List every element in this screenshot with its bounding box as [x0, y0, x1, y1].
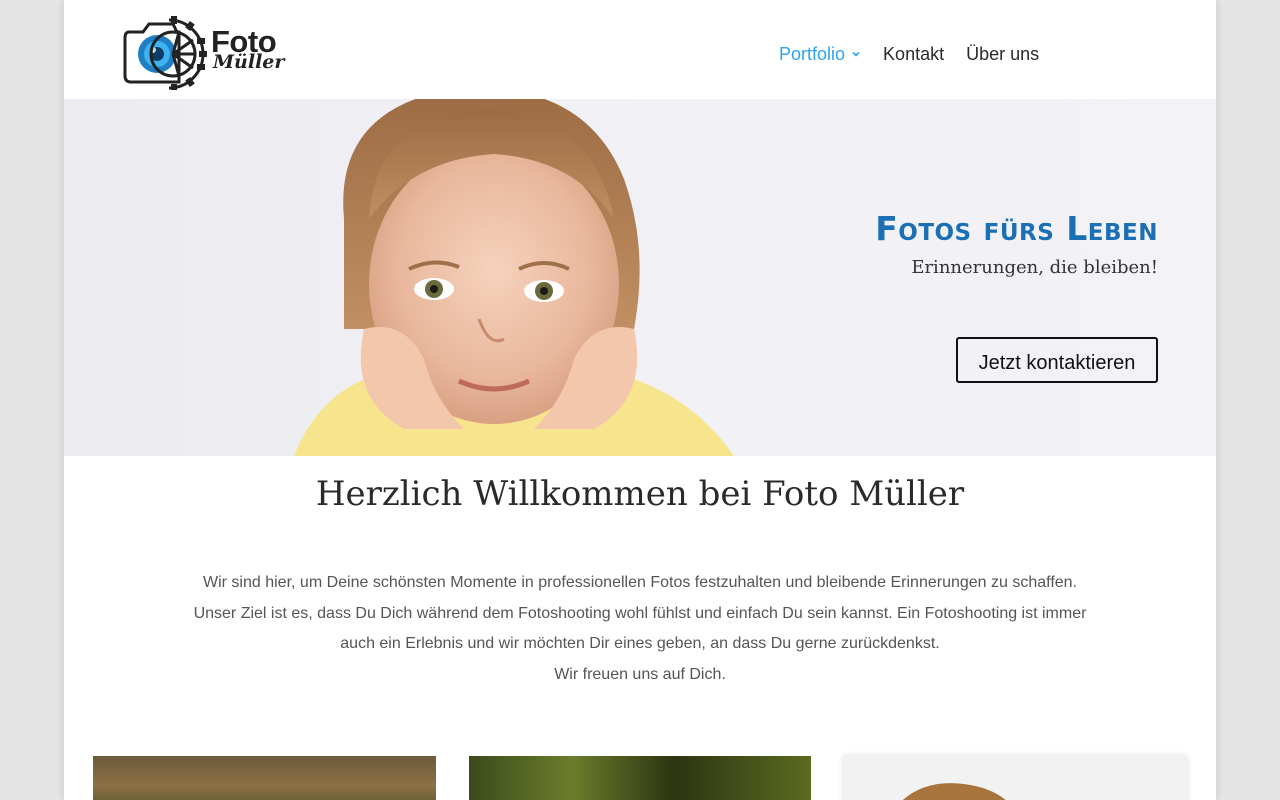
welcome-line: auch ein Erlebnis und wir möchten Dir ei…: [340, 635, 940, 652]
nav-item-portfolio[interactable]: Portfolio: [779, 43, 861, 65]
hero-title: Fotos fürs Leben: [875, 209, 1158, 248]
nav-item-kontakt[interactable]: Kontakt: [883, 43, 944, 65]
welcome-line: Wir freuen uns auf Dich.: [554, 665, 726, 683]
nav-item-label: Über uns: [966, 44, 1040, 64]
hero-subtitle: Erinnerungen, die bleiben!: [911, 257, 1158, 278]
main-nav: Portfolio Kontakt Über uns: [779, 43, 1061, 65]
gallery-tile-1[interactable]: [93, 756, 436, 800]
welcome-line: Wir sind hier, um Deine schönsten Moment…: [203, 574, 1077, 591]
hero-banner: Fotos fürs Leben Erinnerungen, die bleib…: [64, 99, 1216, 456]
welcome-line: Unser Ziel ist es, dass Du Dich während …: [193, 604, 1087, 622]
chevron-down-icon: [852, 51, 860, 57]
gallery-tile-3[interactable]: [844, 756, 1187, 800]
camera-gear-icon: [123, 16, 207, 90]
welcome-title: Herzlich Willkommen bei Foto Müller: [315, 474, 965, 514]
brand-subname: Müller: [213, 51, 285, 73]
nav-item-label: Portfolio: [779, 44, 846, 64]
logo-link[interactable]: Foto Müller: [121, 10, 291, 90]
gallery-tile-2[interactable]: [469, 756, 811, 800]
site-header: Foto Müller Portfolio Kontakt Über uns: [64, 0, 1216, 99]
hero-child-photo: [294, 99, 734, 456]
gallery-tile-3-image: [902, 783, 1006, 800]
contact-cta-button[interactable]: Jetzt kontaktieren: [956, 337, 1158, 383]
welcome-text: Wir sind hier, um Deine schönsten Moment…: [174, 568, 1106, 690]
nav-item-ueber-uns[interactable]: Über uns: [966, 43, 1039, 65]
nav-item-label: Kontakt: [883, 44, 945, 64]
page: Foto Müller Portfolio Kontakt Über uns F…: [64, 0, 1216, 800]
